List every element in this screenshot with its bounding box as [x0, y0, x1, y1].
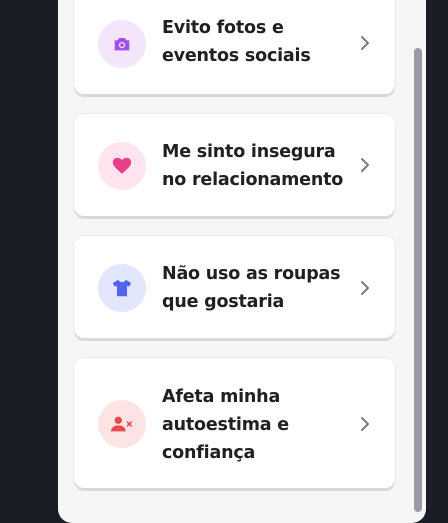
camera-icon-badge [98, 20, 146, 68]
user-remove-icon [111, 416, 132, 432]
chevron-right-icon [361, 158, 369, 172]
option-card-relationship[interactable]: Me sinto insegura no relacionamento [74, 114, 395, 216]
scrollbar-thumb[interactable] [414, 48, 422, 512]
heart-icon [112, 157, 132, 174]
user-remove-icon-badge [98, 400, 146, 448]
heart-icon-badge [98, 142, 146, 190]
camera-icon [114, 38, 130, 51]
chevron-right-icon [361, 36, 369, 50]
shirt-icon-badge [98, 264, 146, 312]
option-card-clothes[interactable]: Não uso as roupas que gostaria [74, 236, 395, 338]
option-label: Afeta minha autoestima e confiança [162, 387, 289, 463]
option-label: Me sinto insegura no relacionamento [162, 142, 344, 190]
option-card-self-esteem[interactable]: Afeta minha autoestima e confiança [74, 358, 395, 488]
option-panel: Evito fotos e eventos sociais Me sinto i… [58, 0, 426, 523]
chevron-right-icon [361, 417, 369, 431]
shirt-icon [112, 279, 132, 297]
option-label: Não uso as roupas que gostaria [162, 264, 341, 312]
option-card-photos[interactable]: Evito fotos e eventos sociais [74, 0, 395, 94]
chevron-right-icon [361, 281, 369, 295]
option-label: Evito fotos e eventos sociais [162, 18, 311, 66]
